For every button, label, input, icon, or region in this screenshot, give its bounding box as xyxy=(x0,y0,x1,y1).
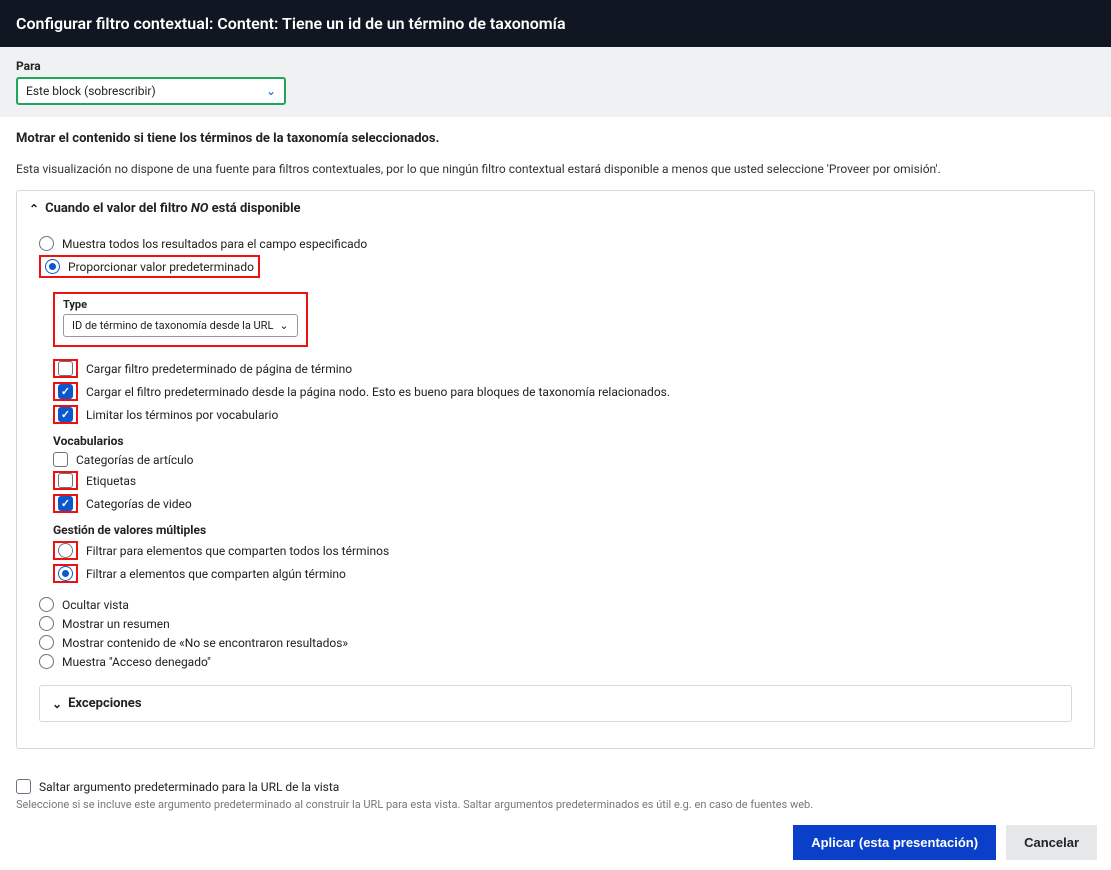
vocabularies-list: Categorías de artículo Etiquetas Categor… xyxy=(53,452,1072,513)
radio-no-results-label: Mostrar contenido de «No se encontraron … xyxy=(62,636,348,650)
panel-when-no-filter: ⌃ Cuando el valor del filtro NO está dis… xyxy=(16,190,1095,749)
main-content: Motrar el contenido si tiene los término… xyxy=(0,117,1111,771)
radio-hide-view[interactable] xyxy=(39,597,54,612)
check-limit-vocab-row: Limitar los términos por vocabulario xyxy=(53,405,1072,424)
radio-filter-any-term-label: Filtrar a elementos que comparten algún … xyxy=(86,567,346,581)
radio-default-value-label: Proporcionar valor predeterminado xyxy=(68,260,254,274)
vocabularies-heading: Vocabularios xyxy=(53,434,1072,448)
highlight-box xyxy=(53,494,78,513)
multi-values-list: Filtrar para elementos que comparten tod… xyxy=(53,541,1072,583)
check-load-node-page-label: Cargar el filtro predeterminado desde la… xyxy=(86,385,670,399)
chevron-up-icon: ⌃ xyxy=(29,202,39,216)
check-tags[interactable] xyxy=(58,473,73,488)
panel-when-no-filter-header[interactable]: ⌃ Cuando el valor del filtro NO está dis… xyxy=(17,191,1094,226)
type-label: Type xyxy=(63,298,298,311)
check-limit-vocab-label: Limitar los términos por vocabulario xyxy=(86,408,278,422)
intro-description: Esta visualización no dispone de una fue… xyxy=(16,162,1095,176)
type-select-value: ID de término de taxonomía desde la URL xyxy=(72,319,273,332)
radio-hide-view-row: Ocultar vista xyxy=(39,597,1072,612)
check-load-term-page[interactable] xyxy=(58,361,73,376)
panel-exceptions: ⌄ Excepciones xyxy=(39,685,1072,722)
check-video-cat-row: Categorías de video xyxy=(53,494,1072,513)
dialog-header: Configurar filtro contextual: Content: T… xyxy=(0,0,1111,47)
multi-values-heading: Gestión de valores múltiples xyxy=(53,523,1072,537)
panel-when-no-filter-body: Muestra todos los resultados para el cam… xyxy=(17,226,1094,748)
chevron-down-icon: ⌄ xyxy=(52,697,62,711)
check-load-term-page-label: Cargar filtro predeterminado de página d… xyxy=(86,362,352,376)
apply-button[interactable]: Aplicar (esta presentación) xyxy=(793,825,996,860)
radio-show-all[interactable] xyxy=(39,236,54,251)
chevron-down-icon: ⌄ xyxy=(279,319,288,332)
dialog-title: Configurar filtro contextual: Content: T… xyxy=(16,14,566,33)
radio-show-summary[interactable] xyxy=(39,616,54,631)
radio-filter-all-terms-row: Filtrar para elementos que comparten tod… xyxy=(53,541,1072,560)
for-label: Para xyxy=(16,59,1095,73)
chevron-down-icon: ⌄ xyxy=(266,84,276,98)
footer-options: Saltar argumento predeterminado para la … xyxy=(0,771,1111,817)
radio-access-denied-label: Muestra "Acceso denegado" xyxy=(62,655,211,669)
panel-exceptions-title: Excepciones xyxy=(68,696,141,711)
radio-filter-any-term-row: Filtrar a elementos que comparten algún … xyxy=(53,564,1072,583)
highlight-box xyxy=(53,471,78,490)
radio-filter-all-terms-label: Filtrar para elementos que comparten tod… xyxy=(86,544,389,558)
radio-no-results-row: Mostrar contenido de «No se encontraron … xyxy=(39,635,1072,650)
radio-default-value-row: Proporcionar valor predeterminado xyxy=(39,255,1072,278)
panel-title-pre: Cuando el valor del filtro xyxy=(45,201,191,216)
skip-default-arg-note: Seleccione si se incluve este argumento … xyxy=(16,798,1095,811)
panel-exceptions-header[interactable]: ⌄ Excepciones xyxy=(40,686,1071,721)
type-block: Type ID de término de taxonomía desde la… xyxy=(53,292,308,347)
radio-access-denied[interactable] xyxy=(39,654,54,669)
radio-access-denied-row: Muestra "Acceso denegado" xyxy=(39,654,1072,669)
load-options: Cargar filtro predeterminado de página d… xyxy=(53,359,1072,424)
check-load-node-page-row: Cargar el filtro predeterminado desde la… xyxy=(53,382,1072,401)
dialog-actions: Aplicar (esta presentación) Cancelar xyxy=(0,817,1111,870)
check-video-categories-label: Categorías de video xyxy=(86,497,192,511)
intro-heading: Motrar el contenido si tiene los término… xyxy=(16,131,1095,146)
highlight-box-type: Type ID de término de taxonomía desde la… xyxy=(53,292,308,347)
for-select[interactable]: Este block (sobrescribir) ⌄ xyxy=(16,77,286,105)
radio-filter-any-term[interactable] xyxy=(58,566,73,581)
check-load-term-page-row: Cargar filtro predeterminado de página d… xyxy=(53,359,1072,378)
highlight-box xyxy=(53,564,78,583)
highlight-box xyxy=(53,541,78,560)
check-skip-default-argument-label: Saltar argumento predeterminado para la … xyxy=(39,780,339,794)
check-article-categories-label: Categorías de artículo xyxy=(76,453,194,467)
panel-title-post: está disponible xyxy=(208,201,300,216)
check-skip-default-argument[interactable] xyxy=(16,779,31,794)
radio-show-all-row: Muestra todos los resultados para el cam… xyxy=(39,236,1072,251)
check-article-cat-row: Categorías de artículo xyxy=(53,452,1072,467)
for-select-value: Este block (sobrescribir) xyxy=(26,84,156,98)
highlight-box xyxy=(53,405,78,424)
cancel-button[interactable]: Cancelar xyxy=(1006,825,1097,860)
fallback-actions: Ocultar vista Mostrar un resumen Mostrar… xyxy=(39,597,1072,669)
check-load-node-page[interactable] xyxy=(58,384,73,399)
radio-hide-view-label: Ocultar vista xyxy=(62,598,129,612)
check-tags-row: Etiquetas xyxy=(53,471,1072,490)
highlight-box: Proporcionar valor predeterminado xyxy=(39,255,260,278)
skip-default-arg-row: Saltar argumento predeterminado para la … xyxy=(16,779,1095,794)
panel-title-text: Cuando el valor del filtro NO está dispo… xyxy=(45,201,300,216)
radio-no-results[interactable] xyxy=(39,635,54,650)
check-limit-vocab[interactable] xyxy=(58,407,73,422)
check-tags-label: Etiquetas xyxy=(86,474,136,488)
for-section: Para Este block (sobrescribir) ⌄ xyxy=(0,47,1111,117)
radio-filter-all-terms[interactable] xyxy=(58,543,73,558)
check-article-categories[interactable] xyxy=(53,452,68,467)
radio-show-all-label: Muestra todos los resultados para el cam… xyxy=(62,237,367,251)
highlight-box xyxy=(53,382,78,401)
radio-summary-row: Mostrar un resumen xyxy=(39,616,1072,631)
panel-title-em: NO xyxy=(191,201,209,216)
highlight-box xyxy=(53,359,78,378)
type-select[interactable]: ID de término de taxonomía desde la URL … xyxy=(63,314,298,337)
radio-default-value[interactable] xyxy=(45,259,60,274)
radio-summary-label: Mostrar un resumen xyxy=(62,617,170,631)
check-video-categories[interactable] xyxy=(58,496,73,511)
